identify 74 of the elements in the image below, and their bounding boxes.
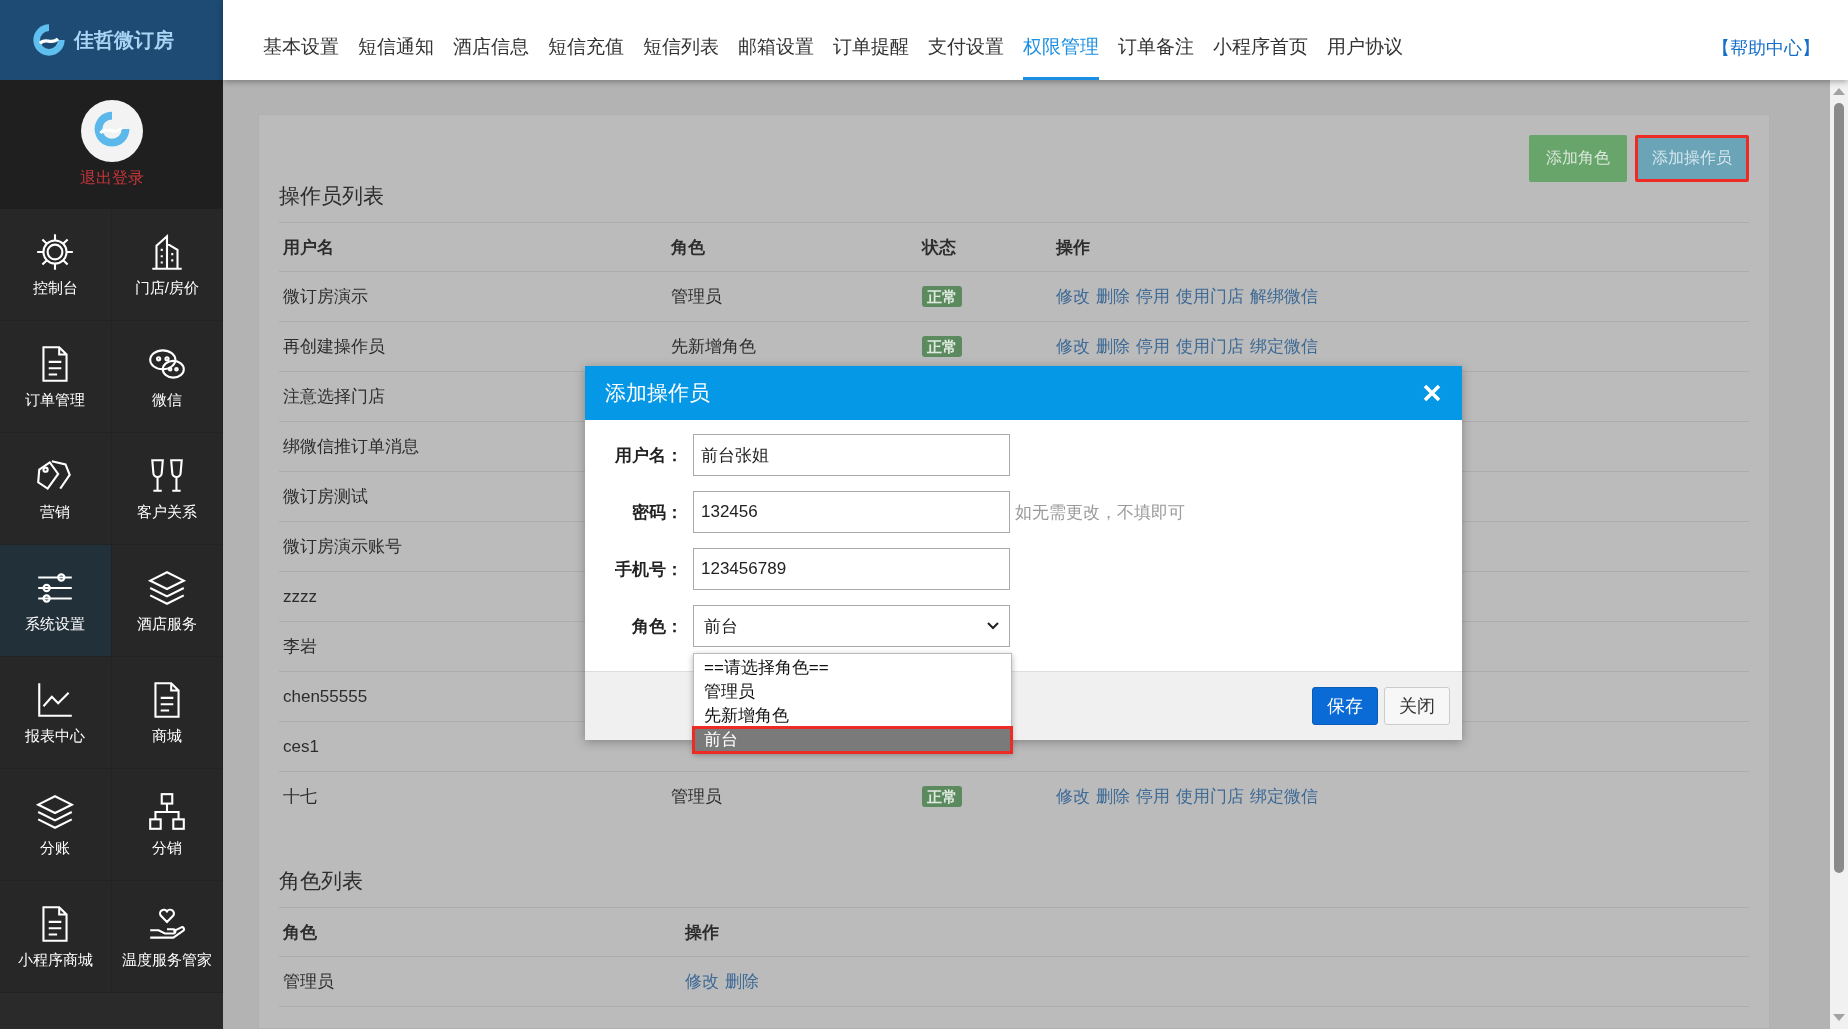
dialog-title: 添加操作员	[605, 380, 710, 406]
column-header: 状态	[920, 236, 957, 259]
table-cell-text: 微订房演示	[282, 286, 368, 308]
sidebar-item[interactable]: 报表中心	[0, 657, 112, 769]
section-title: 操作员列表	[279, 183, 385, 209]
avatar-icon[interactable]	[80, 100, 143, 162]
nav-tab[interactable]: 酒店信息	[453, 0, 529, 80]
table-cell-text: ces1	[282, 736, 319, 757]
sidebar-item[interactable]: 酒店服务	[111, 545, 223, 657]
logo-icon	[30, 21, 68, 59]
table-cell-text: 微订房测试	[282, 486, 368, 508]
table-cell-text: 十七	[282, 786, 317, 808]
column-header: 角色	[670, 236, 706, 259]
sidebar-item[interactable]: 微信	[111, 321, 223, 433]
dropdown-option[interactable]: 先新增角色	[694, 704, 1011, 728]
nav-tab[interactable]: 基本设置	[263, 0, 339, 80]
section-title: 角色列表	[279, 868, 364, 894]
sidebar-item[interactable]: 控制台	[0, 209, 112, 321]
dropdown-option[interactable]: ==请选择角色==	[694, 656, 1011, 680]
column-header: 操作	[683, 921, 720, 944]
dropdown-option[interactable]: 管理员	[694, 680, 1011, 704]
sidebar-item[interactable]: 营销	[0, 433, 112, 545]
nav-tab[interactable]: 支付设置	[928, 0, 1004, 80]
input-field[interactable]: 前台张姐	[693, 434, 1010, 476]
table-cell-text: chen55555	[282, 686, 368, 707]
table-cell-text: 再创建操作员	[282, 336, 385, 358]
column-header: 角色	[282, 921, 318, 944]
nav-tab[interactable]: 订单提醒	[833, 0, 909, 80]
nav-tab[interactable]: 短信列表	[643, 0, 719, 80]
status-badge: 正常	[922, 335, 962, 357]
field-hint: 如无需更改，不填即可	[1015, 501, 1185, 524]
table-cell-text: 微订房演示账号	[282, 536, 402, 558]
field-label: 角色：	[631, 615, 683, 638]
sidebar-item[interactable]: 客户关系	[111, 433, 223, 545]
sidebar-item[interactable]: 温度服务管家	[111, 881, 223, 993]
close-button[interactable]: 关闭	[1384, 687, 1450, 725]
table-cell-text: 注意选择门店	[282, 386, 385, 408]
sidebar-item[interactable]: 分账	[0, 769, 112, 881]
table-cell: 管理员	[671, 287, 722, 306]
table-cell-text: 绑微信推订单消息	[282, 436, 419, 458]
nav-tab[interactable]: 用户协议	[1327, 0, 1403, 80]
field-label: 用户名：	[614, 444, 683, 467]
status-badge: 正常	[922, 785, 962, 807]
table-cell-text: 李岩	[282, 636, 317, 658]
input-field[interactable]: 132456	[693, 491, 1010, 533]
sidebar-item[interactable]: 门店/房价	[111, 209, 223, 321]
field-label: 密码：	[631, 501, 683, 524]
sidebar-item[interactable]: 系统设置	[0, 545, 112, 657]
sidebar-item[interactable]: 商城	[111, 657, 223, 769]
sidebar-item[interactable]: 订单管理	[0, 321, 112, 433]
table-cell-text: zzzz	[282, 586, 317, 607]
help-link[interactable]: 【帮助中心】	[1712, 20, 1820, 60]
nav-tab[interactable]: 小程序首页	[1213, 0, 1308, 80]
nav-tab[interactable]: 订单备注	[1118, 0, 1194, 80]
table-cell: 管理员	[671, 787, 722, 806]
table-cell-text: 管理员	[282, 971, 334, 993]
status-badge: 正常	[922, 285, 962, 307]
save-button[interactable]: 保存	[1312, 687, 1378, 725]
nav-tab[interactable]: 短信通知	[358, 0, 434, 80]
caret-icon	[987, 622, 999, 630]
sidebar-item[interactable]: 分销	[111, 769, 223, 881]
field-label: 手机号：	[614, 558, 683, 581]
table-cell: 先新增角色	[671, 337, 756, 356]
column-header: 用户名	[282, 236, 335, 259]
brand-name: 佳哲微订房	[74, 27, 174, 53]
nav-tab[interactable]: 邮箱设置	[738, 0, 814, 80]
close-icon[interactable]	[1422, 383, 1442, 403]
column-header: 操作	[1054, 236, 1091, 259]
input-field[interactable]: 123456789	[693, 548, 1010, 590]
dropdown-option[interactable]: 前台	[694, 728, 1011, 752]
nav-tab[interactable]: 短信充值	[548, 0, 624, 80]
role-select[interactable]: 前台	[693, 605, 1010, 647]
sidebar-item[interactable]: 小程序商城	[0, 881, 112, 993]
scrollbar[interactable]	[1830, 80, 1848, 1029]
